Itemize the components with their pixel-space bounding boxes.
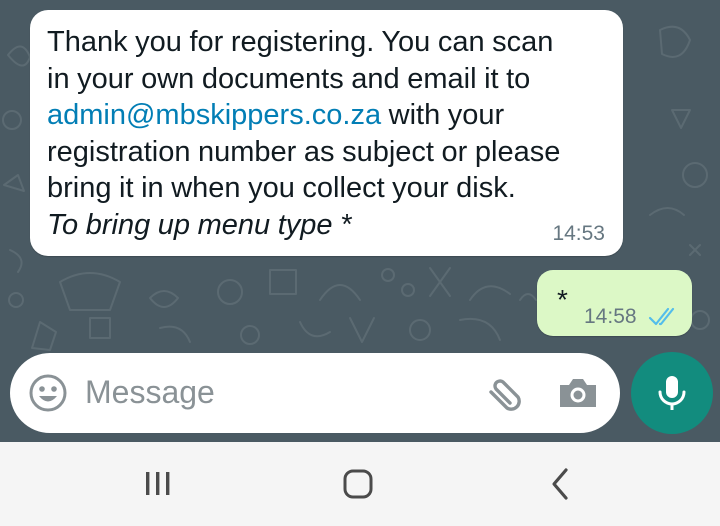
- message-input[interactable]: Message: [85, 374, 215, 411]
- outgoing-message-bubble[interactable]: * 14:58: [537, 270, 692, 336]
- message-line: registration number as subject or please: [47, 135, 561, 168]
- android-navigation-bar: [0, 442, 720, 526]
- message-line: Thank you for registering. You can scan: [47, 26, 554, 58]
- message-text-fragment: with your: [381, 99, 505, 132]
- message-input-bar[interactable]: Message: [10, 353, 620, 433]
- message-line-italic: To bring up menu type *: [47, 208, 352, 241]
- camera-icon[interactable]: [556, 373, 600, 413]
- microphone-icon: [658, 376, 686, 410]
- paperclip-icon[interactable]: [482, 373, 524, 415]
- incoming-message-text: Thank you for registering. You can scan …: [47, 24, 603, 244]
- message-line: in your own documents and email it to: [47, 62, 531, 95]
- back-icon[interactable]: [540, 464, 580, 504]
- email-link[interactable]: admin@mbskippers.co.za: [47, 99, 381, 131]
- message-timestamp: 14:58: [584, 305, 637, 328]
- home-icon[interactable]: [338, 464, 378, 504]
- message-timestamp: 14:53: [552, 222, 605, 245]
- double-check-read-icon: [648, 307, 675, 326]
- message-line: bring it in when you collect your disk.: [47, 172, 516, 205]
- incoming-message-bubble[interactable]: Thank you for registering. You can scan …: [30, 10, 623, 256]
- outgoing-message-text: *: [557, 284, 568, 315]
- emoji-icon[interactable]: [26, 371, 70, 415]
- message-line: admin@mbskippers.co.za with your: [47, 97, 603, 134]
- microphone-button[interactable]: [631, 352, 713, 434]
- recent-apps-icon[interactable]: [138, 464, 178, 504]
